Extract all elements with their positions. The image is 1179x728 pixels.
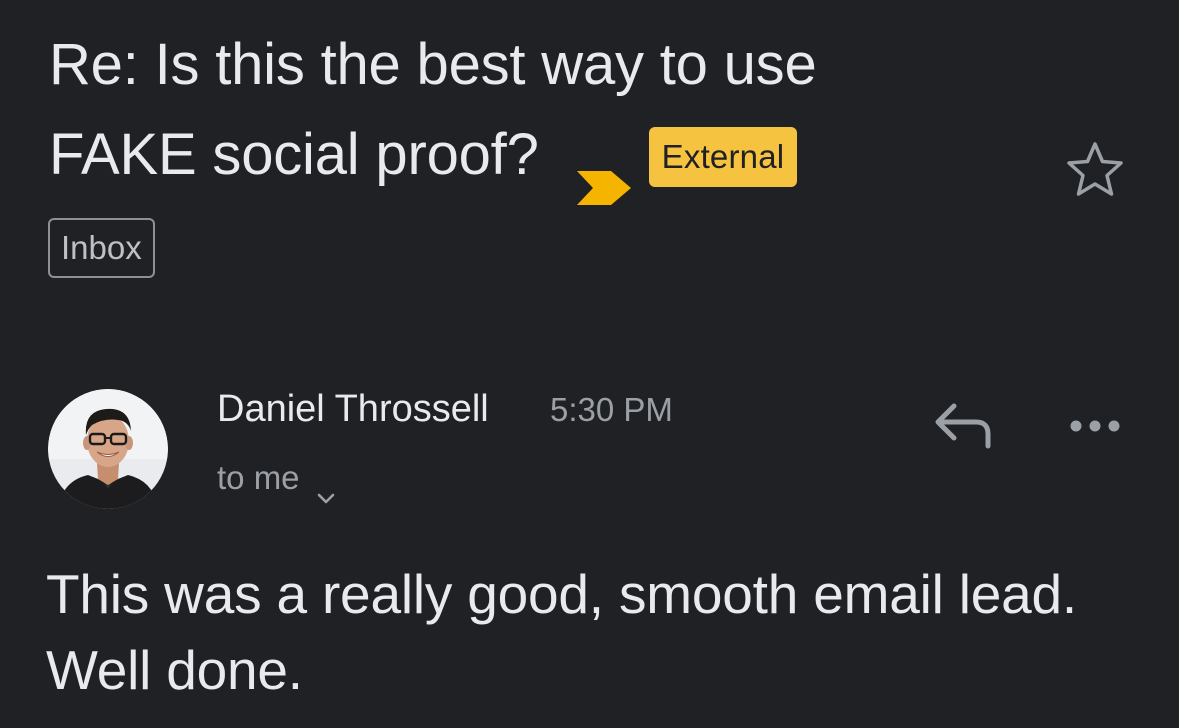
subject-line-2-row: FAKE social proof? External — [49, 110, 1049, 205]
subject-line-2: FAKE social proof? — [49, 122, 539, 187]
avatar[interactable] — [48, 389, 168, 509]
sent-time: 5:30 PM — [550, 391, 673, 428]
inbox-label-chip[interactable]: Inbox — [48, 218, 155, 278]
external-badge: External — [648, 127, 798, 187]
importance-marker-icon[interactable] — [576, 141, 631, 205]
more-options-icon[interactable] — [1066, 416, 1124, 436]
recipients-toggle[interactable]: to me — [217, 456, 336, 504]
reply-icon[interactable] — [932, 398, 994, 450]
chevron-down-icon[interactable] — [316, 473, 336, 504]
recipients-text: to me — [217, 459, 300, 496]
sender-name[interactable]: Daniel Throssell — [217, 384, 489, 434]
email-subject: Re: Is this the best way to use FAKE soc… — [49, 20, 1049, 205]
message-body: This was a really good, smooth email lea… — [46, 563, 1077, 701]
star-icon[interactable] — [1066, 141, 1124, 197]
subject-line-1: Re: Is this the best way to use — [49, 32, 817, 97]
